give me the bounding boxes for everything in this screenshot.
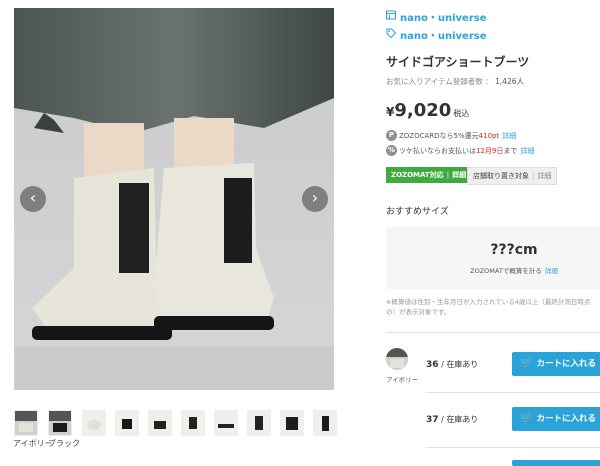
thumbnail-3[interactable] <box>82 410 106 436</box>
thumbnail-black-image <box>49 411 71 435</box>
thumbnail-4[interactable] <box>115 410 139 436</box>
gallery-prev-button[interactable]: ‹ <box>20 186 46 212</box>
zozomat-badge[interactable]: ZOZOMAT対応 | 詳細 <box>386 167 472 183</box>
zozomat-measure-text: ZOZOMATで概算を計る <box>470 267 542 275</box>
recommended-size-box: ???cm ZOZOMATで概算を計る 詳細 <box>386 227 600 289</box>
color-swatch-ivory[interactable] <box>386 348 408 370</box>
thumbnail-3-image <box>83 411 105 435</box>
product-title: サイドゴアショートブーツ <box>386 55 530 69</box>
variant-stock: 在庫あり <box>446 415 479 424</box>
price-tax-label: 税込 <box>453 109 470 118</box>
zozocard-detail-link[interactable]: 詳細 <box>502 132 516 140</box>
add-to-cart-button-next[interactable] <box>512 460 600 466</box>
recommended-size-value: ???cm <box>490 242 538 258</box>
thumbnail-9-image <box>281 411 303 435</box>
variant-size: 37 <box>426 415 439 425</box>
size-note: ※概算値は性別・生年月日が入力されている4歳以上（最終計測日時点の）が表示対象で… <box>386 298 591 316</box>
zozomat-badge-detail: 詳細 <box>452 171 467 179</box>
thumbnail-4-image <box>116 411 138 435</box>
zozocard-text: ZOZOCARDなら5%還元 <box>399 132 479 140</box>
shop-link[interactable]: nano・universe <box>400 9 487 24</box>
thumbnail-10-image <box>314 411 336 435</box>
variant-size: 36 <box>426 360 439 370</box>
thumbnail-5-image <box>149 411 171 435</box>
thumbnail-10[interactable] <box>313 410 337 436</box>
variant-row-36: 36 / 在庫あり <box>426 359 478 370</box>
zozomat-badge-label: ZOZOMAT対応 <box>391 171 444 179</box>
thumbnail-6[interactable] <box>181 410 205 436</box>
zozomat-measure-link[interactable]: 詳細 <box>545 267 558 275</box>
thumbnail-6-image <box>182 411 204 435</box>
tsuke-date: 12月9日 <box>476 147 504 155</box>
thumbnail-8-image <box>248 411 270 435</box>
shop-icon <box>386 10 396 20</box>
point-icon: P <box>386 130 397 141</box>
divider <box>426 392 600 393</box>
color-swatch-image <box>386 348 408 370</box>
gallery-next-button[interactable]: › <box>302 186 328 212</box>
tsuke-text-suffix: まで <box>503 147 518 155</box>
store-reserve-label: 店舗取り置き対象 <box>473 172 529 180</box>
brand-link[interactable]: nano・universe <box>400 27 487 42</box>
tsuke-text: ツケ払いならお支払いは <box>399 147 476 155</box>
divider <box>426 447 600 448</box>
product-price: ¥9,020 税込 <box>386 100 469 121</box>
tsuke-detail-link[interactable]: 詳細 <box>520 147 534 155</box>
store-reserve-detail: 詳細 <box>537 172 552 180</box>
main-product-image <box>14 8 334 390</box>
add-to-cart-label: カートに入れる <box>536 414 596 424</box>
thumbnail-label-ivory: アイボリー <box>13 439 53 448</box>
cart-icon: 🛒 <box>520 358 533 369</box>
percent-icon: % <box>386 145 397 156</box>
thumbnail-ivory-image <box>15 411 37 435</box>
thumbnail-5[interactable] <box>148 410 172 436</box>
thumbnail-7[interactable] <box>214 410 238 436</box>
variant-stock: 在庫あり <box>446 360 479 369</box>
color-label: アイボリー <box>386 376 419 384</box>
tag-icon <box>386 28 396 38</box>
zozocard-promo: ZOZOCARDなら5%還元410pt 詳細 <box>399 131 516 141</box>
boots-photo <box>14 8 334 390</box>
thumbnail-label-black: ブラック <box>48 439 80 448</box>
favorites-count: お気に入りアイテム登録者数 ： 1,426人 <box>386 76 524 87</box>
store-reserve-badge[interactable]: 店舗取り置き対象 | 詳細 <box>467 167 558 185</box>
tsuke-promo: ツケ払いならお支払いは12月9日まで 詳細 <box>399 146 534 156</box>
zozomat-measure-cta[interactable]: ZOZOMATで概算を計る 詳細 <box>386 265 600 275</box>
add-to-cart-button-36[interactable]: 🛒 カートに入れる <box>512 352 600 376</box>
variant-row-37: 37 / 在庫あり <box>426 414 478 425</box>
thumbnail-7-image <box>215 411 237 435</box>
thumbnail-9[interactable] <box>280 410 304 436</box>
favorites-separator: ： <box>485 77 493 86</box>
favorites-value: 1,426人 <box>495 77 525 86</box>
price-value: 9,020 <box>394 100 452 121</box>
add-to-cart-button-37[interactable]: 🛒 カートに入れる <box>512 407 600 431</box>
zozocard-points: 410pt <box>478 132 500 140</box>
favorites-label: お気に入りアイテム登録者数 <box>386 77 483 86</box>
recommended-size-heading: おすすめサイズ <box>386 207 449 217</box>
thumbnail-8[interactable] <box>247 410 271 436</box>
cart-icon: 🛒 <box>520 413 533 424</box>
divider <box>386 332 600 333</box>
thumbnail-black[interactable] <box>48 410 72 436</box>
add-to-cart-label: カートに入れる <box>536 359 596 369</box>
thumbnail-ivory[interactable] <box>14 410 38 436</box>
